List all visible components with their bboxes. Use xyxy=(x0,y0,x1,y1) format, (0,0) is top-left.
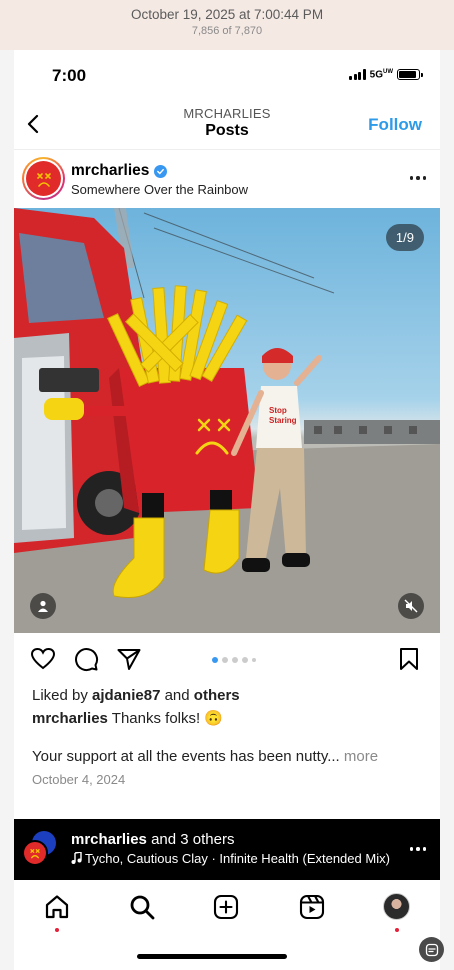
sad-face-logo-icon xyxy=(30,849,40,859)
person-tag-icon[interactable] xyxy=(30,593,56,619)
post-location[interactable]: Somewhere Over the Rainbow xyxy=(71,182,248,197)
home-icon xyxy=(45,895,69,919)
comment-icon xyxy=(75,648,99,672)
carousel-dot xyxy=(222,657,228,663)
tab-create[interactable] xyxy=(212,893,240,921)
tab-search[interactable] xyxy=(128,893,156,921)
liked-by-prefix: Liked by xyxy=(32,687,88,704)
avatar[interactable] xyxy=(22,157,65,200)
music-track-label: Tycho, Cautious Clay · Infinite Health (… xyxy=(85,851,390,866)
tab-profile[interactable] xyxy=(383,893,410,920)
signal-icon xyxy=(349,69,366,81)
tab-home[interactable] xyxy=(43,893,71,921)
create-icon xyxy=(213,894,239,920)
more-link[interactable]: more xyxy=(344,748,378,765)
battery-fill xyxy=(399,71,417,79)
caption-username[interactable]: mrcharlies xyxy=(32,710,108,727)
liked-by-others[interactable]: others xyxy=(194,687,240,704)
search-icon xyxy=(130,895,155,920)
reels-icon xyxy=(299,894,325,920)
music-title-user: mrcharlies xyxy=(71,831,147,848)
mute-icon[interactable] xyxy=(398,593,424,619)
caption: mrcharlies Thanks folks! 🙃 xyxy=(32,709,223,727)
svg-text:Stop: Stop xyxy=(269,406,287,415)
music-avatar xyxy=(22,840,48,866)
music-track: Tycho, Cautious Clay · Infinite Health (… xyxy=(71,851,391,866)
sad-face-logo-icon xyxy=(26,161,61,196)
status-time: 7:00 xyxy=(52,66,87,85)
capture-header: October 19, 2025 at 7:00:44 PM 7,856 of … xyxy=(0,0,454,50)
profile-notification-dot xyxy=(395,928,399,932)
bookmark-icon xyxy=(400,648,418,670)
caption-more-text: Your support at all the events has been … xyxy=(32,748,340,765)
post-username[interactable]: mrcharlies xyxy=(71,162,168,180)
carousel-dot xyxy=(242,657,248,663)
caption-continued: Your support at all the events has been … xyxy=(32,748,378,765)
capture-date: October 19, 2025 at 7:00:44 PM xyxy=(130,7,324,22)
carousel-dot xyxy=(252,658,256,662)
capture-count: 7,856 of 7,870 xyxy=(191,25,263,37)
post-username-label: mrcharlies xyxy=(71,162,150,179)
save-button[interactable] xyxy=(396,646,424,674)
capture-icon xyxy=(425,943,438,956)
like-button[interactable] xyxy=(30,646,58,674)
home-indicator[interactable] xyxy=(137,954,287,959)
home-notification-dot xyxy=(55,928,59,932)
status-indicators: 5GUW xyxy=(349,69,423,81)
caption-text: Thanks folks! 🙃 xyxy=(111,710,224,727)
svg-text:Staring: Staring xyxy=(269,416,297,425)
carousel-indicator xyxy=(212,657,256,663)
share-icon xyxy=(117,649,141,670)
verified-icon xyxy=(154,164,168,178)
network-label: 5GUW xyxy=(369,69,393,81)
battery-icon xyxy=(397,69,423,81)
more-icon[interactable] xyxy=(409,847,426,851)
music-title-rest: and 3 others xyxy=(151,831,235,848)
comment-button[interactable] xyxy=(73,646,101,674)
post-photo[interactable]: Stop Staring 1/9 xyxy=(14,208,440,633)
liked-by-and: and xyxy=(164,687,190,704)
heart-icon xyxy=(30,647,56,670)
photo-illustration: Stop Staring xyxy=(14,208,440,633)
tab-reels[interactable] xyxy=(298,893,326,921)
media-counter: 1/9 xyxy=(385,224,424,251)
liked-by-user[interactable]: ajdanie87 xyxy=(92,687,160,704)
music-title: mrcharlies and 3 others xyxy=(71,831,234,848)
follow-button[interactable]: Follow xyxy=(368,115,422,135)
phone-frame: 7:00 5GUW MRCHARLIES Posts Follow mrchar… xyxy=(0,50,454,970)
nav-divider xyxy=(14,149,440,150)
bottom-tab-bar xyxy=(14,885,440,935)
post-date: October 4, 2024 xyxy=(32,772,126,787)
music-note-icon xyxy=(71,851,82,864)
liked-by-line[interactable]: Liked by ajdanie87 and others xyxy=(32,687,240,704)
carousel-dot xyxy=(212,657,218,663)
post-actions xyxy=(14,646,440,676)
floating-action-button[interactable] xyxy=(419,937,444,962)
instagram-screen: 7:00 5GUW MRCHARLIES Posts Follow mrchar… xyxy=(14,50,440,970)
more-icon[interactable] xyxy=(409,176,426,180)
carousel-dot xyxy=(232,657,238,663)
share-button[interactable] xyxy=(116,646,144,674)
music-bar[interactable]: mrcharlies and 3 others Tycho, Cautious … xyxy=(14,819,440,880)
